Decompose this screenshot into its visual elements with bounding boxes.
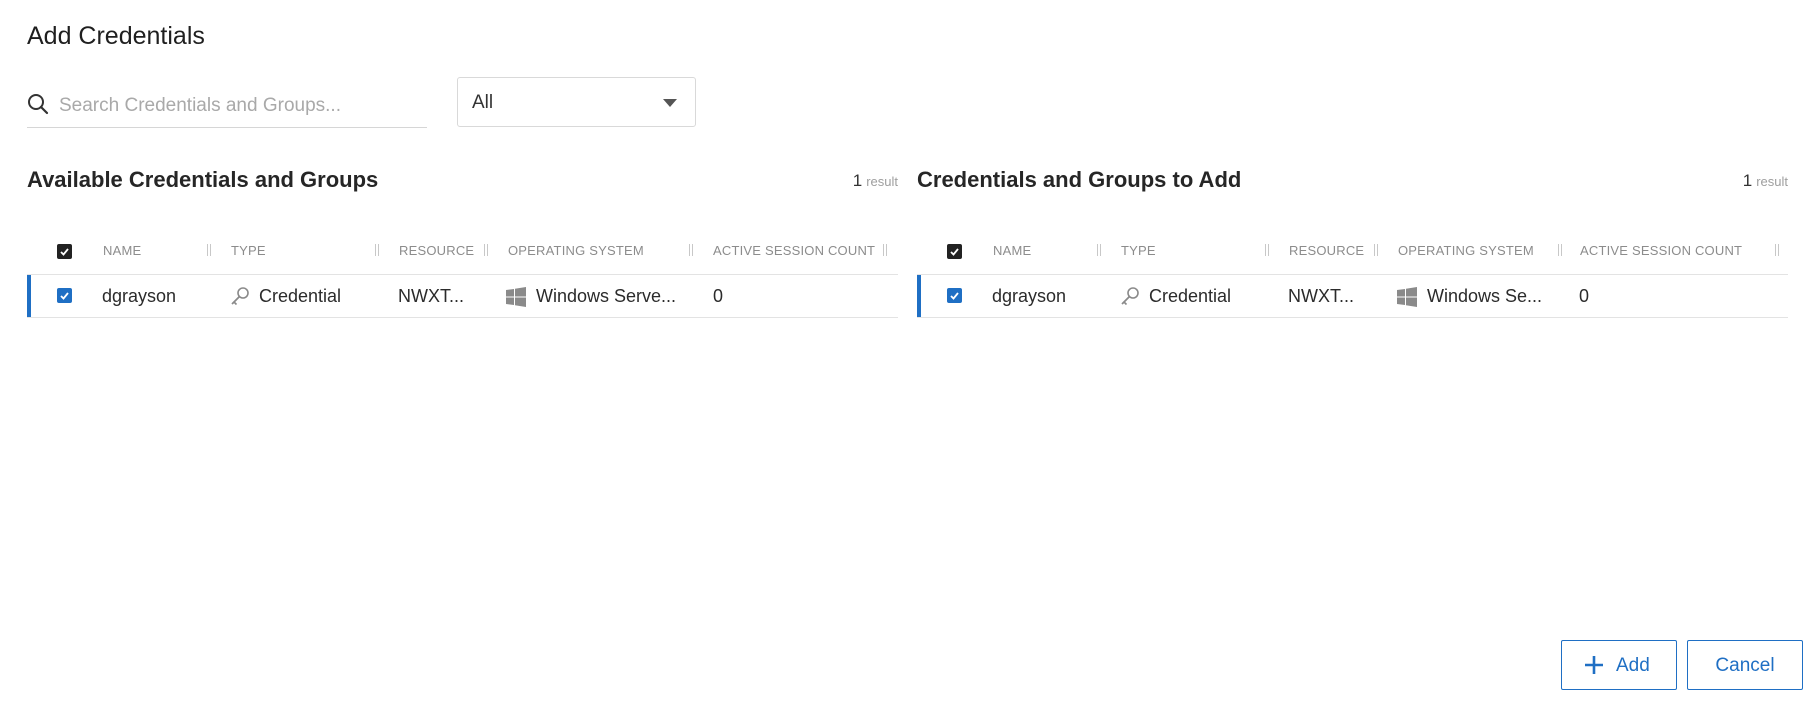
column-resize-handle[interactable] — [484, 244, 488, 256]
to-add-panel-title: Credentials and Groups to Add — [917, 167, 1242, 192]
cell-type: Credential — [1149, 286, 1232, 306]
selected-row-indicator — [27, 275, 31, 317]
select-all-checkbox[interactable] — [947, 244, 962, 259]
key-icon — [1121, 287, 1139, 306]
table-row[interactable]: dgrayson Credential NWXT... Windows Se..… — [917, 275, 1788, 318]
column-resize-handle[interactable] — [689, 244, 693, 256]
column-resize-handle[interactable] — [375, 244, 379, 256]
to-add-result-count: 1 result — [1742, 171, 1788, 190]
column-resize-handle[interactable] — [1775, 244, 1779, 256]
column-header-resource[interactable]: RESOURCE — [399, 243, 474, 258]
available-panel: Available Credentials and Groups 1 result… — [27, 165, 898, 325]
cell-active-session-count: 0 — [713, 286, 724, 306]
row-checkbox[interactable] — [947, 288, 962, 303]
chevron-down-icon — [663, 99, 677, 107]
column-resize-handle[interactable] — [1558, 244, 1562, 256]
cell-resource: NWXT... — [398, 286, 464, 306]
available-table: NAME TYPE RESOURCE OPERATING SYSTEM ACTI… — [27, 230, 898, 318]
add-button-label: Add — [1616, 655, 1650, 676]
cell-name: dgrayson — [992, 286, 1067, 306]
selected-row-indicator — [917, 275, 921, 317]
column-header-type[interactable]: TYPE — [1121, 243, 1156, 258]
check-icon — [950, 248, 959, 256]
column-resize-handle[interactable] — [1265, 244, 1269, 256]
column-header-name[interactable]: NAME — [103, 243, 141, 258]
cell-resource: NWXT... — [1288, 286, 1354, 306]
table-header: NAME TYPE RESOURCE OPERATING SYSTEM ACTI… — [917, 230, 1788, 275]
column-resize-handle[interactable] — [1374, 244, 1378, 256]
cancel-button-label: Cancel — [1715, 655, 1775, 676]
search-icon — [28, 94, 49, 115]
check-icon — [950, 292, 959, 300]
type-filter-dropdown[interactable]: All — [457, 77, 696, 127]
page-title: Add Credentials — [27, 22, 205, 50]
cell-name: dgrayson — [102, 286, 177, 306]
plus-icon — [1585, 656, 1603, 674]
cell-active-session-count: 0 — [1579, 286, 1590, 306]
search-input[interactable] — [57, 90, 421, 122]
search-box — [27, 86, 427, 128]
cell-operating-system: Windows Se... — [1427, 286, 1543, 306]
column-header-name[interactable]: NAME — [993, 243, 1031, 258]
column-header-type[interactable]: TYPE — [231, 243, 266, 258]
row-checkbox[interactable] — [57, 288, 72, 303]
column-header-active-session-count[interactable]: ACTIVE SESSION COUNT — [1580, 243, 1742, 258]
key-icon — [231, 287, 249, 306]
column-header-operating-system[interactable]: OPERATING SYSTEM — [508, 243, 644, 258]
column-header-resource[interactable]: RESOURCE — [1289, 243, 1364, 258]
column-resize-handle[interactable] — [1097, 244, 1101, 256]
available-result-count: 1 result — [852, 171, 898, 190]
add-button[interactable]: Add — [1561, 640, 1677, 690]
check-icon — [60, 248, 69, 256]
cancel-button[interactable]: Cancel — [1687, 640, 1803, 690]
to-add-panel: Credentials and Groups to Add 1 result NA… — [917, 165, 1788, 325]
table-row[interactable]: dgrayson Credential NWXT... Windows Serv… — [27, 275, 898, 318]
available-panel-title: Available Credentials and Groups — [27, 167, 379, 192]
check-icon — [60, 292, 69, 300]
column-header-active-session-count[interactable]: ACTIVE SESSION COUNT — [713, 243, 875, 258]
cell-operating-system: Windows Serve... — [536, 286, 677, 306]
select-all-checkbox[interactable] — [57, 244, 72, 259]
windows-icon — [1397, 287, 1417, 307]
cell-type: Credential — [259, 286, 342, 306]
column-resize-handle[interactable] — [207, 244, 211, 256]
to-add-table: NAME TYPE RESOURCE OPERATING SYSTEM ACTI… — [917, 230, 1788, 318]
column-header-operating-system[interactable]: OPERATING SYSTEM — [1398, 243, 1534, 258]
table-header: NAME TYPE RESOURCE OPERATING SYSTEM ACTI… — [27, 230, 898, 275]
column-resize-handle[interactable] — [883, 244, 887, 256]
filter-selected-value: All — [472, 92, 494, 113]
windows-icon — [506, 287, 526, 307]
